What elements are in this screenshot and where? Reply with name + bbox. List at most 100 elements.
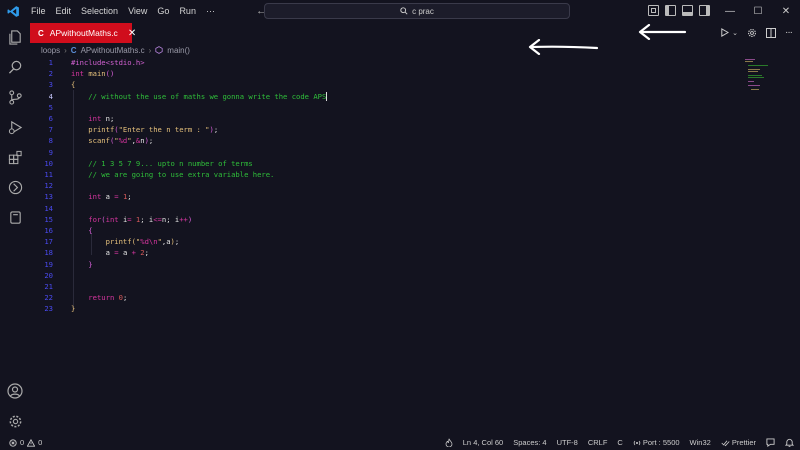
code-line[interactable]: 5 xyxy=(30,102,745,113)
code-line[interactable]: 3{ xyxy=(30,79,745,90)
title-bar: File Edit Selection View Go Run ··· ← → … xyxy=(0,0,800,22)
breadcrumb-file[interactable]: APwithoutMaths.c xyxy=(81,46,145,55)
language-mode[interactable]: C xyxy=(617,438,622,447)
error-count: 0 xyxy=(20,438,25,447)
code-text: a = a + 2; xyxy=(71,247,149,258)
code-text: { xyxy=(71,79,75,90)
code-line[interactable]: 16 { xyxy=(30,225,745,236)
editor-actions: ⌄ ··· xyxy=(720,27,793,38)
menu-view[interactable]: View xyxy=(123,0,152,22)
line-number: 23 xyxy=(44,304,53,314)
code-line[interactable]: 6 int n; xyxy=(30,113,745,124)
code-line[interactable]: 10 // 1 3 5 7 9... upto n number of term… xyxy=(30,158,745,169)
line-number: 14 xyxy=(44,203,53,213)
code-line[interactable]: 2 int main() xyxy=(30,68,745,79)
menu-selection[interactable]: Selection xyxy=(76,0,123,22)
error-icon xyxy=(9,438,17,447)
minimap-line xyxy=(745,59,755,60)
line-number: 17 xyxy=(44,237,53,247)
line-number: 1 xyxy=(48,58,53,67)
platform[interactable]: Win32 xyxy=(690,438,711,447)
explorer-icon[interactable] xyxy=(6,28,24,46)
problems-indicator[interactable]: 0 0 xyxy=(0,438,42,447)
menu-more[interactable]: ··· xyxy=(201,0,220,22)
encoding[interactable]: UTF-8 xyxy=(557,438,578,447)
code-token: #include<stdio.h> xyxy=(71,58,145,67)
tab-apwithoutmaths[interactable]: C APwithoutMaths.c ✕ xyxy=(30,23,136,43)
code-line[interactable]: 17 printf("%d\n",a); xyxy=(30,236,745,247)
cursor-position[interactable]: Ln 4, Col 60 xyxy=(463,438,503,447)
testing-icon[interactable] xyxy=(6,208,24,226)
maximize-icon[interactable]: ☐ xyxy=(744,0,772,22)
code-line[interactable]: 8 scanf("%d",&n); xyxy=(30,135,745,146)
minimap-line xyxy=(748,65,768,66)
minimap-line xyxy=(748,77,764,78)
settings-gear-icon[interactable] xyxy=(6,412,24,430)
minimap[interactable] xyxy=(745,57,800,435)
close-tab-icon[interactable]: ✕ xyxy=(128,28,136,39)
code-line[interactable]: 1 #include<stdio.h> xyxy=(30,57,745,68)
code-line[interactable]: 22 return 0; xyxy=(30,292,745,303)
double-check-icon xyxy=(721,439,730,446)
code-line[interactable]: 21 xyxy=(30,281,745,292)
feedback-icon[interactable] xyxy=(766,438,775,447)
code-line[interactable]: 12 xyxy=(30,180,745,191)
extensions-icon[interactable] xyxy=(6,148,24,166)
code-line[interactable]: 11 // we are going to use extra variable… xyxy=(30,169,745,180)
end-of-line[interactable]: CRLF xyxy=(588,438,608,447)
menu-file[interactable]: File xyxy=(26,0,51,22)
code-line[interactable]: 20 xyxy=(30,270,745,281)
flame-icon[interactable] xyxy=(445,438,453,447)
remote-explorer-icon[interactable] xyxy=(6,178,24,196)
command-center-search[interactable]: c prac xyxy=(264,3,570,19)
settings-gear-icon[interactable] xyxy=(747,28,757,38)
line-number: 4 xyxy=(48,91,53,101)
breadcrumb-symbol[interactable]: main() xyxy=(167,46,190,55)
prettier-status[interactable]: Prettier xyxy=(721,438,756,447)
more-actions-icon[interactable]: ··· xyxy=(785,27,793,38)
code-line[interactable]: 15 for(int i= 1; i<=n; i++) xyxy=(30,214,745,225)
menu-edit[interactable]: Edit xyxy=(51,0,77,22)
source-control-icon[interactable] xyxy=(6,88,24,106)
code-token: int xyxy=(71,69,89,79)
run-code-icon[interactable] xyxy=(720,28,730,37)
code-line[interactable]: 18 a = a + 2; xyxy=(30,247,745,258)
run-dropdown-chevron-icon[interactable]: ⌄ xyxy=(732,29,738,37)
code-line[interactable]: 7 printf("Enter the n term : "); xyxy=(30,124,745,135)
menu-go[interactable]: Go xyxy=(152,0,174,22)
annotation-arrow-icon xyxy=(528,39,599,55)
live-server-port[interactable]: Port : 5500 xyxy=(633,438,680,447)
code-token: = xyxy=(114,248,123,258)
toggle-panel-icon[interactable] xyxy=(682,5,693,16)
split-editor-icon[interactable] xyxy=(766,27,776,38)
minimize-icon[interactable]: — xyxy=(716,0,744,22)
minimap-line xyxy=(751,89,759,90)
code-editor[interactable]: 1 #include<stdio.h> 2 int main() 3{4 // with… xyxy=(30,57,745,435)
line-number: 6 xyxy=(48,114,53,123)
line-number: 12 xyxy=(44,181,53,191)
code-line[interactable]: 23} xyxy=(30,303,745,314)
text-cursor xyxy=(326,92,328,102)
customize-layout-icon[interactable] xyxy=(648,5,659,16)
code-line[interactable]: 9 xyxy=(30,147,745,158)
notifications-bell-icon[interactable] xyxy=(785,438,794,447)
code-text: for(int i= 1; i<=n; i++) xyxy=(71,214,192,225)
menu-run[interactable]: Run xyxy=(174,0,201,22)
close-window-icon[interactable]: ✕ xyxy=(772,0,800,22)
code-line[interactable]: 14 xyxy=(30,203,745,214)
breadcrumb-folder[interactable]: loops xyxy=(41,46,60,55)
toggle-primary-sidebar-icon[interactable] xyxy=(665,5,676,16)
code-text: printf("%d\n",a); xyxy=(71,236,180,247)
function-symbol-icon xyxy=(155,46,163,54)
search-icon[interactable] xyxy=(6,58,24,76)
code-line[interactable]: 19 } xyxy=(30,259,745,270)
account-icon[interactable] xyxy=(6,382,24,400)
run-debug-icon[interactable] xyxy=(6,118,24,136)
toggle-secondary-sidebar-icon[interactable] xyxy=(699,5,710,16)
code-token: "Enter the n term : " xyxy=(118,125,210,135)
code-line[interactable]: 13 int a = 1; xyxy=(30,191,745,202)
code-token: ) xyxy=(187,214,193,224)
indentation[interactable]: Spaces: 4 xyxy=(513,438,546,447)
code-token: () xyxy=(105,69,115,79)
code-line[interactable]: 4 // without the use of maths we gonna w… xyxy=(30,91,745,102)
